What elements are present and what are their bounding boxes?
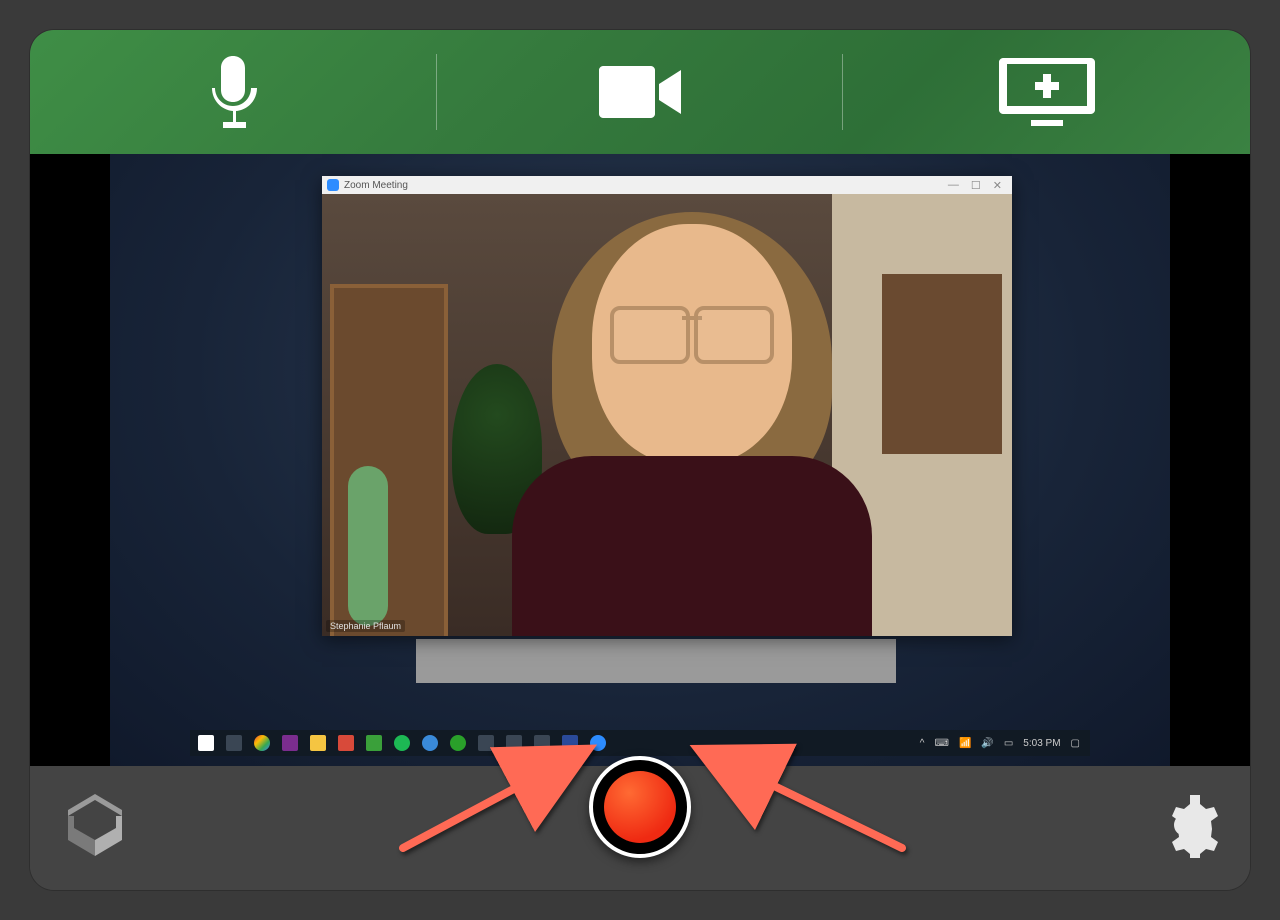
captured-desktop: Zoom Meeting — ☐ ✕: [110, 154, 1170, 766]
camera-icon: [595, 64, 685, 120]
notifications-icon: ▢: [1071, 738, 1080, 749]
wifi-icon: 📶: [959, 738, 971, 749]
capture-preview-area: Zoom Meeting — ☐ ✕: [30, 154, 1250, 766]
zoom-icon: [327, 179, 339, 191]
app-icon: [450, 735, 466, 751]
minimize-icon: —: [948, 179, 959, 192]
app2-icon: [478, 735, 494, 751]
chrome-icon: [254, 735, 270, 751]
mode-tab-audio[interactable]: [30, 30, 437, 154]
photoshop-icon: [562, 735, 578, 751]
windows-taskbar: ^ ⌨ 📶 🔊 ▭ 5:03 PM ▢: [190, 730, 1090, 756]
taskview-icon: [226, 735, 242, 751]
participant-name-tag: Stephanie Pflaum: [326, 620, 405, 632]
zoom-taskbar-icon: [590, 735, 606, 751]
close-icon: ✕: [993, 179, 1002, 192]
mode-tab-video[interactable]: [437, 30, 844, 154]
tray-expand-icon: ^: [920, 738, 925, 749]
zoom-title-bar: Zoom Meeting — ☐ ✕: [322, 176, 1012, 195]
taskbar-right: ^ ⌨ 📶 🔊 ▭ 5:03 PM ▢: [920, 738, 1090, 749]
keyboard-icon: ⌨: [935, 738, 949, 749]
volume-icon: 🔊: [981, 738, 993, 749]
settings-button[interactable]: [1146, 786, 1224, 864]
zoom-title-text: Zoom Meeting: [344, 180, 408, 191]
video-feed: Stephanie Pflaum: [322, 194, 1012, 636]
panopto-logo-icon: [56, 786, 134, 864]
calendar-icon: [338, 735, 354, 751]
screen-share-icon: [997, 56, 1097, 128]
spotify-icon: [394, 735, 410, 751]
gear-icon: [1152, 792, 1218, 858]
record-button[interactable]: [589, 756, 691, 858]
app-logo-button[interactable]: [56, 786, 134, 864]
snip-icon: [366, 735, 382, 751]
app3-icon: [506, 735, 522, 751]
mode-tab-screen[interactable]: [843, 30, 1250, 154]
recorder-app-window: Zoom Meeting — ☐ ✕: [30, 30, 1250, 890]
window-controls: — ☐ ✕: [948, 179, 1012, 192]
taskbar-left-icons: [190, 735, 606, 751]
onenote-icon: [282, 735, 298, 751]
footer-bar: [30, 766, 1250, 890]
edge-icon: [422, 735, 438, 751]
app4-icon: [534, 735, 550, 751]
explorer-icon: [310, 735, 326, 751]
zoom-meeting-window: Zoom Meeting — ☐ ✕: [322, 176, 1012, 636]
modes-bar: [30, 30, 1250, 154]
record-icon: [604, 771, 676, 843]
taskbar-clock: 5:03 PM: [1023, 738, 1060, 749]
app-window-shadow: [416, 639, 896, 683]
battery-icon: ▭: [1004, 738, 1013, 749]
microphone-icon: [203, 52, 263, 132]
start-icon: [198, 735, 214, 751]
maximize-icon: ☐: [971, 179, 981, 192]
